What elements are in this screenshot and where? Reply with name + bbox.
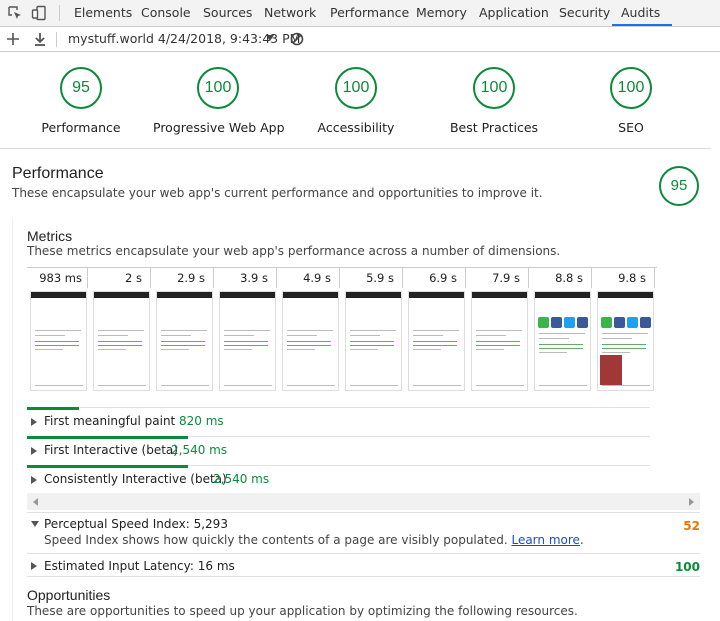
- filmstrip-frame: [471, 291, 528, 391]
- tab-network[interactable]: Network: [264, 0, 316, 27]
- filmstrip-time: 2 s: [125, 271, 142, 285]
- metric-label: First Interactive (beta): [44, 443, 178, 457]
- gauge-ring: 100: [197, 67, 239, 109]
- gauge-label: Best Practices: [449, 120, 539, 135]
- metric-score: 100: [674, 560, 700, 574]
- metric-row-fmp[interactable]: First meaningful paint 820 ms: [27, 407, 650, 436]
- device-toolbar-icon[interactable]: [31, 5, 47, 21]
- metric-bar: [27, 436, 188, 439]
- collapse-arrow-icon[interactable]: [31, 521, 39, 527]
- tab-sources[interactable]: Sources: [203, 0, 252, 27]
- score-summary: 95 Performance 100 Progressive Web App 1…: [0, 52, 720, 149]
- active-tab-indicator: [612, 24, 672, 26]
- expand-arrow-icon[interactable]: [31, 562, 37, 570]
- plus-icon[interactable]: [5, 31, 21, 47]
- tab-application[interactable]: Application: [479, 0, 549, 27]
- gauge-performance[interactable]: 95 Performance: [21, 67, 141, 135]
- filmstrip-time: 6.9 s: [429, 271, 457, 285]
- vertical-scrollbar[interactable]: [711, 52, 720, 621]
- gauge-label: SEO: [618, 120, 644, 135]
- filmstrip-time: 4.9 s: [303, 271, 331, 285]
- filmstrip-frame: [93, 291, 150, 391]
- metric-value: 2,540 ms: [171, 443, 228, 457]
- gauge-best-practices[interactable]: 100 Best Practices: [434, 67, 554, 135]
- filmstrip-time: 5.9 s: [366, 271, 394, 285]
- clear-icon[interactable]: [290, 32, 304, 46]
- filmstrip-frame: [408, 291, 465, 391]
- gauge-accessibility[interactable]: 100 Accessibility: [296, 67, 416, 135]
- download-icon[interactable]: [32, 31, 48, 47]
- metric-row-perceptual-speed-index[interactable]: Perceptual Speed Index: 5,293 Speed Inde…: [27, 512, 700, 553]
- tab-audits[interactable]: Audits: [621, 0, 660, 27]
- filmstrip-frame: [282, 291, 339, 391]
- metric-label: Perceptual Speed Index: 5,293: [44, 517, 228, 531]
- tab-elements[interactable]: Elements: [74, 0, 132, 27]
- filmstrip-time: 8.8 s: [555, 271, 583, 285]
- tab-security[interactable]: Security: [559, 0, 610, 27]
- tab-separator: [59, 5, 60, 21]
- horizontal-scrollbar[interactable]: [27, 493, 700, 510]
- section-title: Performance: [12, 165, 104, 182]
- chevron-down-icon[interactable]: [265, 33, 275, 43]
- gauge-ring: 100: [335, 67, 377, 109]
- gauge-seo[interactable]: 100 SEO: [571, 67, 691, 135]
- filmstrip-time: 3.9 s: [240, 271, 268, 285]
- toolbar-separator: [56, 32, 57, 47]
- metric-value: 2,540 ms: [213, 472, 270, 486]
- filmstrip-time: 9.8 s: [618, 271, 646, 285]
- metric-bar: [27, 465, 188, 468]
- devtools-tab-bar: Elements Console Sources Network Perform…: [0, 0, 720, 27]
- gauge-label: Accessibility: [317, 120, 395, 135]
- filmstrip-frame: [597, 291, 654, 391]
- expand-arrow-icon[interactable]: [31, 476, 37, 484]
- learn-more-link[interactable]: Learn more: [511, 533, 579, 547]
- metric-row-estimated-input-latency[interactable]: Estimated Input Latency: 16 ms 100: [27, 553, 700, 577]
- audits-toolbar: mystuff.world 4/24/2018, 9:43:43 PM: [0, 27, 720, 52]
- filmstrip-time: 7.9 s: [492, 271, 520, 285]
- scroll-right-icon[interactable]: [689, 498, 694, 506]
- filmstrip-frame: [156, 291, 213, 391]
- metric-label: First meaningful paint: [44, 414, 176, 428]
- tab-console[interactable]: Console: [141, 0, 191, 27]
- gauge-label: Performance: [41, 120, 121, 135]
- section-description: These encapsulate your web app's current…: [12, 186, 543, 200]
- filmstrip-frame: [534, 291, 591, 391]
- filmstrip-frame: [30, 291, 87, 391]
- metrics-description: These metrics encapsulate your web app's…: [27, 244, 561, 258]
- metric-label: Consistently Interactive (beta): [44, 472, 227, 486]
- expand-arrow-icon[interactable]: [31, 447, 37, 455]
- metric-label: Estimated Input Latency: 16 ms: [44, 559, 235, 573]
- gauge-ring: 100: [610, 67, 652, 109]
- filmstrip-time: 983 ms: [39, 271, 82, 285]
- opportunities-description: These are opportunities to speed up your…: [27, 604, 578, 618]
- filmstrip-frame: [219, 291, 276, 391]
- metric-description: Speed Index shows how quickly the conten…: [44, 533, 584, 547]
- metric-score: 52: [683, 519, 700, 533]
- gauge-ring: 100: [473, 67, 515, 109]
- filmstrip-tick: [654, 268, 655, 288]
- tab-memory[interactable]: Memory: [416, 0, 467, 27]
- performance-score-gauge: 95: [659, 166, 699, 206]
- opportunities-title: Opportunities: [27, 587, 111, 603]
- metric-bar: [27, 407, 79, 410]
- gauge-label: Progressive Web App: [153, 120, 285, 135]
- scroll-left-icon[interactable]: [33, 498, 38, 506]
- filmstrip-frame: [345, 291, 402, 391]
- inspect-element-icon[interactable]: [7, 5, 23, 21]
- gauge-pwa[interactable]: 100 Progressive Web App: [153, 67, 285, 135]
- metric-value: 820 ms: [179, 414, 224, 428]
- filmstrip-time: 2.9 s: [177, 271, 205, 285]
- performance-section-header: Performance These encapsulate your web a…: [0, 150, 720, 218]
- metric-row-consistently-interactive[interactable]: Consistently Interactive (beta) 2,540 ms: [27, 465, 650, 494]
- expand-arrow-icon[interactable]: [31, 418, 37, 426]
- gauge-ring: 95: [60, 67, 102, 109]
- metric-row-first-interactive[interactable]: First Interactive (beta) 2,540 ms: [27, 436, 650, 465]
- metrics-title: Metrics: [27, 228, 73, 244]
- filmstrip-timeline: 983 ms 2 s 2.9 s 3.9 s 4.9 s 5.9 s 6.9 s…: [27, 267, 657, 288]
- tab-performance[interactable]: Performance: [330, 0, 409, 27]
